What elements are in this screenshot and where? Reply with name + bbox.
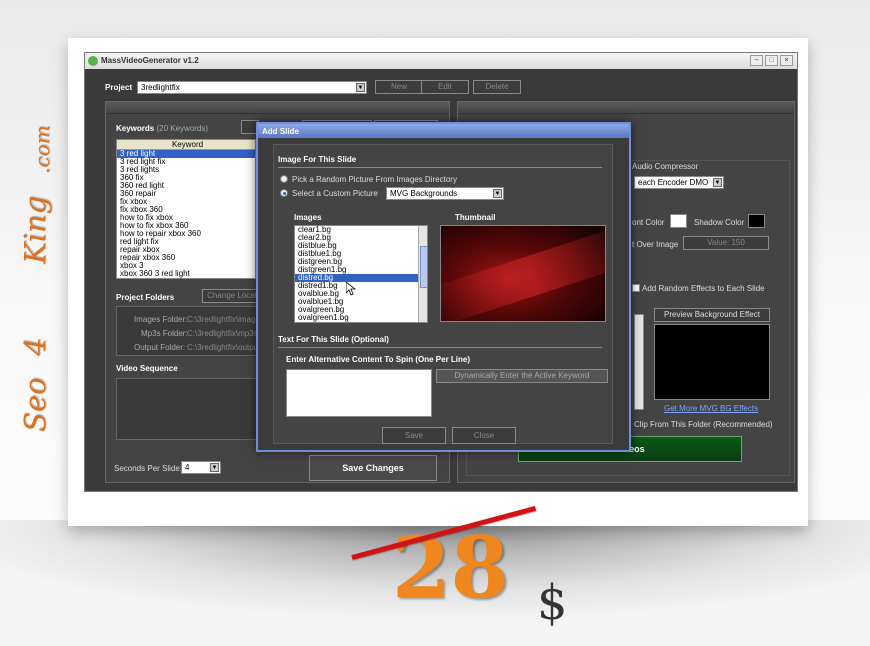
shadow-color-swatch[interactable]: [748, 214, 765, 228]
brand-seo: Seo: [18, 377, 52, 433]
keywords-label: Keywords (20 Keywords): [116, 124, 209, 133]
custom-picture-select[interactable]: MVG Backgrounds ▼: [386, 187, 504, 200]
chevron-down-icon: ▼: [210, 463, 219, 472]
project-value: 3redlightfix: [141, 83, 180, 92]
random-effects-label: Add Random Effects to Each Slide: [642, 284, 765, 293]
chevron-down-icon: ▼: [356, 83, 365, 92]
value-button[interactable]: Value: 150: [683, 236, 769, 250]
keywords-list[interactable]: Keyword 3 red light 3 red light fix 3 re…: [116, 139, 256, 279]
save-changes-button[interactable]: Save Changes: [309, 455, 437, 481]
mp3-folder-value: C:\3redlightfix\mp3s: [187, 329, 258, 338]
custom-picture-radio[interactable]: [280, 189, 288, 197]
video-sequence-label: Video Sequence: [116, 364, 178, 373]
dialog-title: Add Slide: [258, 124, 629, 138]
images-folder-value: C:\3redlightfix\images: [187, 315, 264, 324]
app-icon: [88, 56, 98, 66]
mp3-folder-label: Mp3s Folder:: [141, 329, 188, 338]
thumbnail-preview: [440, 225, 606, 322]
minimize-icon[interactable]: –: [750, 55, 763, 66]
list-item[interactable]: xbox 360 3 red light: [117, 270, 255, 278]
brand-dotcom: .com: [30, 125, 54, 174]
brand-vertical-text: Seo 4 King .com: [12, 125, 72, 440]
random-effects-checkbox[interactable]: [632, 284, 640, 292]
seconds-per-slide-select[interactable]: 4 ▼: [181, 461, 221, 474]
images-scrollbar[interactable]: [418, 226, 427, 322]
keywords-count: (20 Keywords): [156, 124, 209, 133]
dialog-body: Image For This Slide Pick a Random Pictu…: [273, 144, 613, 444]
divider: [278, 347, 602, 348]
delete-button[interactable]: Delete: [473, 80, 521, 94]
custom-picture-label: Select a Custom Picture: [292, 189, 378, 198]
alt-content-textarea[interactable]: [286, 369, 432, 417]
video-sequence-list[interactable]: [116, 378, 258, 440]
dialog-save-button[interactable]: Save: [382, 427, 446, 444]
left-panel-header: [106, 102, 449, 114]
audio-compressor-value: each Encoder DMO: [638, 178, 709, 187]
close-icon[interactable]: ×: [780, 55, 793, 66]
effect-preview: [654, 324, 770, 400]
title-bar: MassVideoGenerator v1.2 – □ ×: [85, 53, 797, 69]
font-color-swatch[interactable]: [670, 214, 687, 228]
window-title: MassVideoGenerator v1.2: [101, 56, 199, 65]
edit-button[interactable]: Edit: [421, 80, 469, 94]
chevron-down-icon: ▼: [713, 178, 722, 187]
images-folder-label: Images Folder:: [134, 315, 188, 324]
project-select[interactable]: 3redlightfix ▼: [137, 81, 367, 94]
currency-symbol: $: [537, 575, 568, 631]
images-label: Images: [294, 213, 322, 222]
images-list[interactable]: clear1.bg clear2.bg distblue.bg distblue…: [294, 225, 428, 323]
project-folders-label: Project Folders: [116, 293, 175, 302]
folders-box: Images Folder: C:\3redlightfix\images Mp…: [116, 306, 264, 356]
image-section-title: Image For This Slide: [278, 155, 357, 164]
audio-compressor-select[interactable]: each Encoder DMO ▼: [634, 176, 724, 189]
shadow-color-label: Shadow Color: [694, 218, 745, 227]
output-folder-value: C:\3redlightfix\output: [187, 343, 261, 352]
effects-scrollbar[interactable]: [634, 314, 644, 410]
project-label: Project: [105, 83, 133, 92]
brand-four: 4: [18, 337, 52, 356]
window-controls: – □ ×: [750, 55, 793, 66]
random-picture-radio[interactable]: [280, 175, 288, 183]
custom-picture-value: MVG Backgrounds: [390, 189, 458, 198]
dynamic-keyword-button[interactable]: Dynamically Enter the Active Keyword: [436, 369, 608, 383]
mouse-cursor-icon: [346, 282, 356, 296]
text-section-title: Text For This Slide (Optional): [278, 335, 389, 344]
chevron-down-icon: ▼: [493, 189, 502, 198]
new-button[interactable]: New: [375, 80, 423, 94]
alt-content-label: Enter Alternative Content To Spin (One P…: [286, 355, 471, 364]
brand-king: King: [18, 195, 52, 264]
change-location-button[interactable]: Change Locat: [202, 289, 262, 303]
thumbnail-label: Thumbnail: [455, 213, 496, 222]
text-over-image-label: t Over Image: [632, 240, 679, 249]
maximize-icon[interactable]: □: [765, 55, 778, 66]
dialog-close-button[interactable]: Close: [452, 427, 516, 444]
add-slide-dialog: Add Slide Image For This Slide Pick a Ra…: [256, 122, 631, 452]
random-picture-label: Pick a Random Picture From Images Direct…: [292, 175, 457, 184]
clip-folder-label: Clip From This Folder (Recommended): [634, 420, 773, 429]
seconds-per-slide-value: 4: [185, 463, 190, 472]
more-effects-link[interactable]: Get More MVG BG Effects: [664, 404, 758, 413]
preview-effect-button[interactable]: Preview Background Effect: [654, 308, 770, 322]
audio-compressor-label: Audio Compressor: [632, 162, 699, 171]
seconds-per-slide-label: Seconds Per Slide:: [114, 464, 183, 473]
output-folder-label: Output Folder:: [134, 343, 186, 352]
divider: [278, 167, 602, 168]
list-item[interactable]: ovalgreen1.bg: [295, 314, 427, 322]
right-panel-header: [458, 102, 794, 114]
font-color-label: ont Color: [632, 218, 665, 227]
